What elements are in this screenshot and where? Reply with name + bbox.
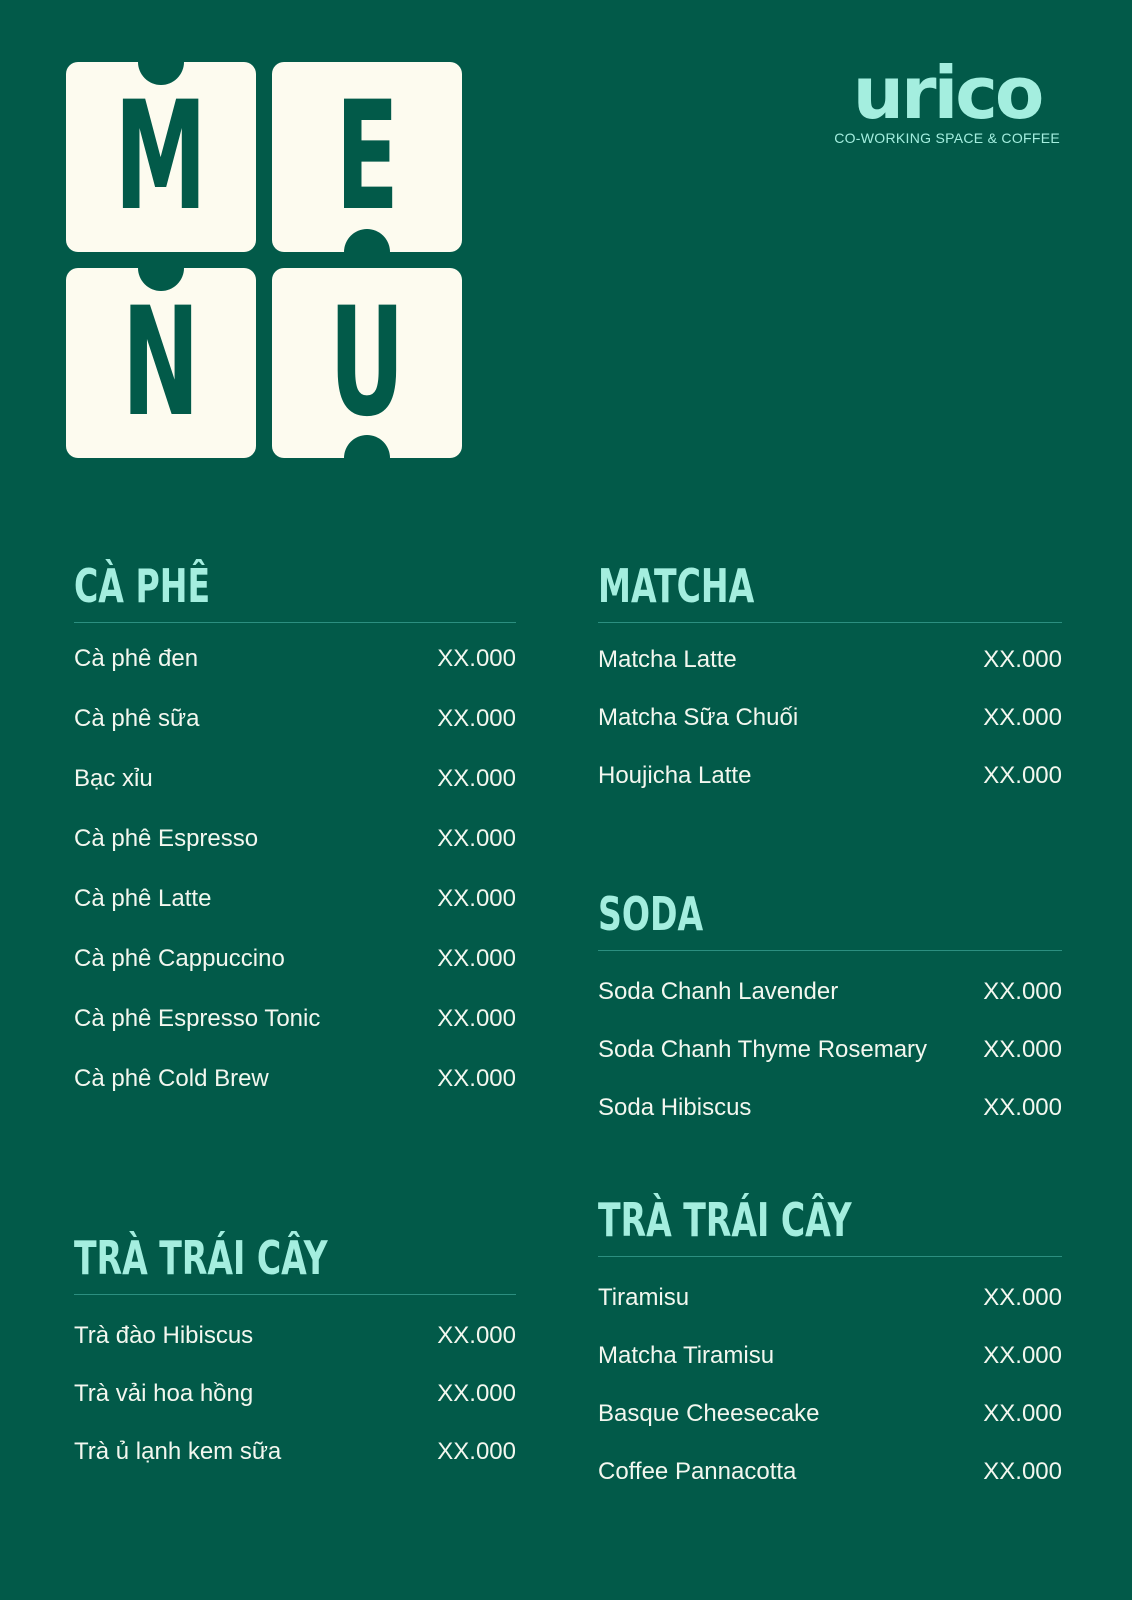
item-name: Soda Chanh Lavender bbox=[598, 978, 839, 1005]
section-divider bbox=[74, 1294, 516, 1295]
section-title: MATCHA bbox=[598, 559, 755, 613]
item-name: Houjicha Latte bbox=[598, 762, 752, 789]
item-price: XX.000 bbox=[983, 1036, 1062, 1063]
menu-item: Houjicha Latte XX.000 bbox=[598, 747, 1062, 805]
menu-item: Matcha Sữa Chuối XX.000 bbox=[598, 689, 1062, 747]
item-name: Cà phê Latte bbox=[74, 885, 212, 912]
menu-item: Soda Chanh Thyme Rosemary XX.000 bbox=[598, 1021, 1062, 1079]
menu-item: Trà vải hoa hồng XX.000 bbox=[74, 1365, 516, 1423]
item-price: XX.000 bbox=[437, 1322, 516, 1349]
item-name: Cà phê Cappuccino bbox=[74, 945, 285, 972]
item-price: XX.000 bbox=[983, 1342, 1062, 1369]
item-name: Tiramisu bbox=[598, 1284, 690, 1311]
item-price: XX.000 bbox=[437, 825, 516, 852]
menu-item: Matcha Latte XX.000 bbox=[598, 631, 1062, 689]
section-caphe: CÀ PHÊ Cà phê đen XX.000 Cà phê sữa XX.000… bbox=[74, 556, 516, 1109]
item-price: XX.000 bbox=[437, 765, 516, 792]
menu-letter: U bbox=[329, 276, 405, 450]
menu-item: Cà phê sữa XX.000 bbox=[74, 689, 516, 749]
item-name: Trà đào Hibiscus bbox=[74, 1322, 254, 1349]
menu-item-list: Tiramisu XX.000 Matcha Tiramisu XX.000 Bas… bbox=[598, 1269, 1062, 1501]
menu-item-list: Matcha Latte XX.000 Matcha Sữa Chuối XX.00… bbox=[598, 631, 1062, 805]
item-price: XX.000 bbox=[983, 1400, 1062, 1427]
item-price: XX.000 bbox=[437, 645, 516, 672]
item-price: XX.000 bbox=[437, 885, 516, 912]
section-title: TRÀ TRÁI CÂY bbox=[598, 1193, 852, 1247]
item-price: XX.000 bbox=[437, 1438, 516, 1465]
section-title: CÀ PHÊ bbox=[74, 559, 211, 613]
item-name: Trà ủ lạnh kem sữa bbox=[74, 1438, 282, 1465]
menu-item-list: Soda Chanh Lavender XX.000 Soda Chanh Thy… bbox=[598, 963, 1062, 1137]
menu-item: Cà phê Cold Brew XX.000 bbox=[74, 1049, 516, 1109]
item-name: Coffee Pannacotta bbox=[598, 1458, 797, 1485]
section-soda: SODA Soda Chanh Lavender XX.000 Soda Chan… bbox=[598, 884, 1062, 1137]
item-price: XX.000 bbox=[437, 1380, 516, 1407]
menu-tile-u: U bbox=[272, 268, 462, 458]
menu-item: Tiramisu XX.000 bbox=[598, 1269, 1062, 1327]
section-dessert: TRÀ TRÁI CÂY Tiramisu XX.000 Matcha Tiram… bbox=[598, 1190, 1062, 1501]
item-name: Matcha Tiramisu bbox=[598, 1342, 775, 1369]
menu-item: Trà đào Hibiscus XX.000 bbox=[74, 1307, 516, 1365]
section-divider bbox=[598, 622, 1062, 623]
item-price: XX.000 bbox=[983, 762, 1062, 789]
menu-item: Trà ủ lạnh kem sữa XX.000 bbox=[74, 1423, 516, 1481]
item-price: XX.000 bbox=[437, 705, 516, 732]
menu-item: Cà phê Cappuccino XX.000 bbox=[74, 929, 516, 989]
item-name: Matcha Sữa Chuối bbox=[598, 704, 799, 731]
menu-item: Cà phê Espresso XX.000 bbox=[74, 809, 516, 869]
section-title: SODA bbox=[598, 887, 704, 941]
item-name: Bạc xỉu bbox=[74, 765, 153, 792]
menu-tile-e: E bbox=[272, 62, 462, 252]
item-price: XX.000 bbox=[983, 1284, 1062, 1311]
menu-item-list: Cà phê đen XX.000 Cà phê sữa XX.000 Bạc xỉ… bbox=[74, 629, 516, 1109]
item-name: Basque Cheesecake bbox=[598, 1400, 820, 1427]
item-name: Cà phê Cold Brew bbox=[74, 1065, 269, 1092]
section-divider bbox=[74, 622, 516, 623]
item-name: Cà phê đen bbox=[74, 645, 199, 672]
menu-letter: M bbox=[114, 70, 208, 244]
item-name: Cà phê Espresso Tonic bbox=[74, 1005, 321, 1032]
menu-title-tiles: M E N U bbox=[66, 62, 464, 458]
item-price: XX.000 bbox=[983, 646, 1062, 673]
menu-item: Cà phê Latte XX.000 bbox=[74, 869, 516, 929]
item-name: Cà phê Espresso bbox=[74, 825, 259, 852]
item-name: Matcha Latte bbox=[598, 646, 737, 673]
item-price: XX.000 bbox=[983, 1458, 1062, 1485]
brand-wordmark: urico bbox=[852, 51, 1045, 135]
menu-item: Cà phê Espresso Tonic XX.000 bbox=[74, 989, 516, 1049]
brand-tagline: CO-WORKING SPACE & COFFEE bbox=[834, 130, 1060, 146]
item-price: XX.000 bbox=[437, 1005, 516, 1032]
item-price: XX.000 bbox=[983, 704, 1062, 731]
item-price: XX.000 bbox=[983, 978, 1062, 1005]
menu-item: Cà phê đen XX.000 bbox=[74, 629, 516, 689]
item-name: Trà vải hoa hồng bbox=[74, 1380, 254, 1407]
item-name: Cà phê sữa bbox=[74, 705, 200, 732]
menu-item: Matcha Tiramisu XX.000 bbox=[598, 1327, 1062, 1385]
item-name: Soda Chanh Thyme Rosemary bbox=[598, 1036, 928, 1063]
section-tra-trai-cay: TRÀ TRÁI CÂY Trà đào Hibiscus XX.000 Trà … bbox=[74, 1228, 516, 1481]
item-price: XX.000 bbox=[437, 945, 516, 972]
menu-tile-n: N bbox=[66, 268, 256, 458]
brand-logo: urico CO-WORKING SPACE & COFFEE bbox=[834, 54, 1060, 146]
menu-item: Soda Chanh Lavender XX.000 bbox=[598, 963, 1062, 1021]
menu-item: Basque Cheesecake XX.000 bbox=[598, 1385, 1062, 1443]
section-divider bbox=[598, 1256, 1062, 1257]
section-matcha: MATCHA Matcha Latte XX.000 Matcha Sữa Chu… bbox=[598, 556, 1062, 805]
section-divider bbox=[598, 950, 1062, 951]
menu-tile-m: M bbox=[66, 62, 256, 252]
item-name: Soda Hibiscus bbox=[598, 1094, 752, 1121]
menu-item: Bạc xỉu XX.000 bbox=[74, 749, 516, 809]
item-price: XX.000 bbox=[437, 1065, 516, 1092]
section-title: TRÀ TRÁI CÂY bbox=[74, 1231, 328, 1285]
menu-letter: E bbox=[335, 70, 399, 244]
menu-item: Coffee Pannacotta XX.000 bbox=[598, 1443, 1062, 1501]
menu-item: Soda Hibiscus XX.000 bbox=[598, 1079, 1062, 1137]
menu-letter: N bbox=[122, 276, 200, 450]
menu-item-list: Trà đào Hibiscus XX.000 Trà vải hoa hồng X… bbox=[74, 1307, 516, 1481]
item-price: XX.000 bbox=[983, 1094, 1062, 1121]
